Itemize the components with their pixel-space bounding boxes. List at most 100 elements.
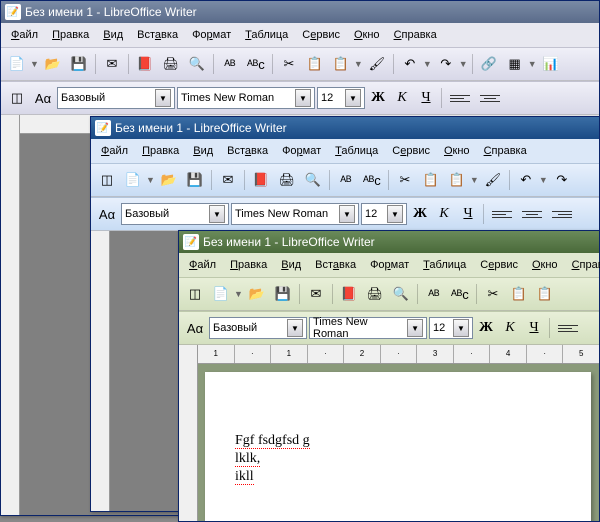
print-button[interactable]: 🖨	[159, 52, 183, 76]
new-dropdown-icon[interactable]: ▼	[146, 175, 155, 185]
char-icon[interactable]: Αα	[183, 316, 207, 340]
menu-view[interactable]: Вид	[187, 143, 219, 159]
italic-button[interactable]: К	[499, 317, 521, 339]
style-combo[interactable]: Базовый▼	[57, 87, 175, 109]
menu-format[interactable]: Формат	[186, 27, 237, 43]
menu-window[interactable]: Окно	[438, 143, 476, 159]
menu-file[interactable]: Файл	[5, 27, 44, 43]
undo-dropdown-icon[interactable]: ▼	[423, 59, 432, 69]
titlebar[interactable]: 📝Без имени 1 - LibreOffice Writer	[179, 231, 599, 253]
new-button[interactable]: 📄	[209, 282, 233, 306]
menu-help[interactable]: Справка	[478, 143, 533, 159]
style-combo[interactable]: Базовый▼	[209, 317, 307, 339]
autospell-button[interactable]: ᴬᴮᴄ	[360, 168, 384, 192]
chevron-down-icon[interactable]: ▼	[387, 205, 403, 223]
font-combo[interactable]: Times New Roman▼	[177, 87, 315, 109]
spell-button[interactable]: ᴬᴮ	[334, 168, 358, 192]
open-button[interactable]: 📂	[245, 282, 269, 306]
menu-help[interactable]: Справка	[566, 257, 600, 273]
table-button[interactable]: ▦	[503, 52, 527, 76]
font-combo[interactable]: Times New Roman▼	[231, 203, 359, 225]
open-button[interactable]: 📂	[41, 52, 65, 76]
crop-icon[interactable]: ◫	[5, 86, 29, 110]
redo-button[interactable]: ↷	[550, 168, 574, 192]
pdf-button[interactable]: 📕	[249, 168, 273, 192]
undo-button[interactable]: ↶	[514, 168, 538, 192]
menu-tools[interactable]: Сервис	[474, 257, 524, 273]
size-combo[interactable]: 12▼	[429, 317, 473, 339]
paste-dropdown-icon[interactable]: ▼	[354, 59, 363, 69]
pdf-button[interactable]: 📕	[133, 52, 157, 76]
print-button[interactable]: 🖨	[275, 168, 299, 192]
chevron-down-icon[interactable]: ▼	[209, 205, 225, 223]
chart-button[interactable]: 📊	[539, 52, 563, 76]
menu-format[interactable]: Формат	[364, 257, 415, 273]
autospell-button[interactable]: ᴬᴮᴄ	[448, 282, 472, 306]
style-combo[interactable]: Базовый▼	[121, 203, 229, 225]
menu-tools[interactable]: Сервис	[296, 27, 346, 43]
mail-button[interactable]: ✉	[100, 52, 124, 76]
spell-button[interactable]: ᴬᴮ	[422, 282, 446, 306]
copy-button[interactable]: 📋	[507, 282, 531, 306]
paste-dropdown-icon[interactable]: ▼	[470, 175, 479, 185]
titlebar[interactable]: 📝Без имени 1 - LibreOffice Writer	[91, 117, 599, 139]
menu-edit[interactable]: Правка	[136, 143, 185, 159]
cut-button[interactable]: ✂	[393, 168, 417, 192]
new-dropdown-icon[interactable]: ▼	[30, 59, 39, 69]
menu-table[interactable]: Таблица	[329, 143, 384, 159]
font-combo[interactable]: Times New Roman▼	[309, 317, 427, 339]
document-page[interactable]: Fgf fsdgfsd g lklk, ikll	[205, 372, 591, 521]
menu-insert[interactable]: Вставка	[221, 143, 274, 159]
chevron-down-icon[interactable]: ▼	[407, 319, 423, 337]
redo-button[interactable]: ↷	[434, 52, 458, 76]
char-icon[interactable]: Αα	[31, 86, 55, 110]
cut-button[interactable]: ✂	[481, 282, 505, 306]
align-center-button[interactable]	[476, 84, 504, 112]
align-left-button[interactable]	[446, 84, 474, 112]
spell-button[interactable]: ᴬᴮ	[218, 52, 242, 76]
cut-button[interactable]: ✂	[277, 52, 301, 76]
new-button[interactable]: 📄	[5, 52, 29, 76]
align-right-button[interactable]	[548, 200, 576, 228]
bold-button[interactable]: Ж	[475, 317, 497, 339]
italic-button[interactable]: К	[391, 87, 413, 109]
menu-view[interactable]: Вид	[97, 27, 129, 43]
bold-button[interactable]: Ж	[409, 203, 431, 225]
size-combo[interactable]: 12▼	[317, 87, 365, 109]
char-icon[interactable]: Αα	[95, 202, 119, 226]
crop-icon[interactable]: ◫	[183, 282, 207, 306]
menu-window[interactable]: Окно	[348, 27, 386, 43]
menu-file[interactable]: Файл	[95, 143, 134, 159]
menu-view[interactable]: Вид	[275, 257, 307, 273]
paste-button[interactable]: 📋	[533, 282, 557, 306]
crop-icon[interactable]: ◫	[95, 168, 119, 192]
brush-button[interactable]: 🖌	[481, 168, 505, 192]
save-button[interactable]: 💾	[271, 282, 295, 306]
size-combo[interactable]: 12▼	[361, 203, 407, 225]
underline-button[interactable]: Ч	[523, 317, 545, 339]
open-button[interactable]: 📂	[157, 168, 181, 192]
menu-edit[interactable]: Правка	[224, 257, 273, 273]
menu-help[interactable]: Справка	[388, 27, 443, 43]
align-left-button[interactable]	[554, 314, 582, 342]
save-button[interactable]: 💾	[67, 52, 91, 76]
mail-button[interactable]: ✉	[216, 168, 240, 192]
pdf-button[interactable]: 📕	[337, 282, 361, 306]
menu-insert[interactable]: Вставка	[131, 27, 184, 43]
chevron-down-icon[interactable]: ▼	[339, 205, 355, 223]
chevron-down-icon[interactable]: ▼	[453, 319, 469, 337]
menu-table[interactable]: Таблица	[239, 27, 294, 43]
table-dropdown-icon[interactable]: ▼	[528, 59, 537, 69]
align-center-button[interactable]	[518, 200, 546, 228]
print-button[interactable]: 🖨	[363, 282, 387, 306]
new-dropdown-icon[interactable]: ▼	[234, 289, 243, 299]
menu-file[interactable]: Файл	[183, 257, 222, 273]
menu-table[interactable]: Таблица	[417, 257, 472, 273]
menu-tools[interactable]: Сервис	[386, 143, 436, 159]
align-left-button[interactable]	[488, 200, 516, 228]
new-button[interactable]: 📄	[121, 168, 145, 192]
chevron-down-icon[interactable]: ▼	[295, 89, 311, 107]
copy-button[interactable]: 📋	[419, 168, 443, 192]
menu-insert[interactable]: Вставка	[309, 257, 362, 273]
titlebar[interactable]: 📝Без имени 1 - LibreOffice Writer	[1, 1, 599, 23]
